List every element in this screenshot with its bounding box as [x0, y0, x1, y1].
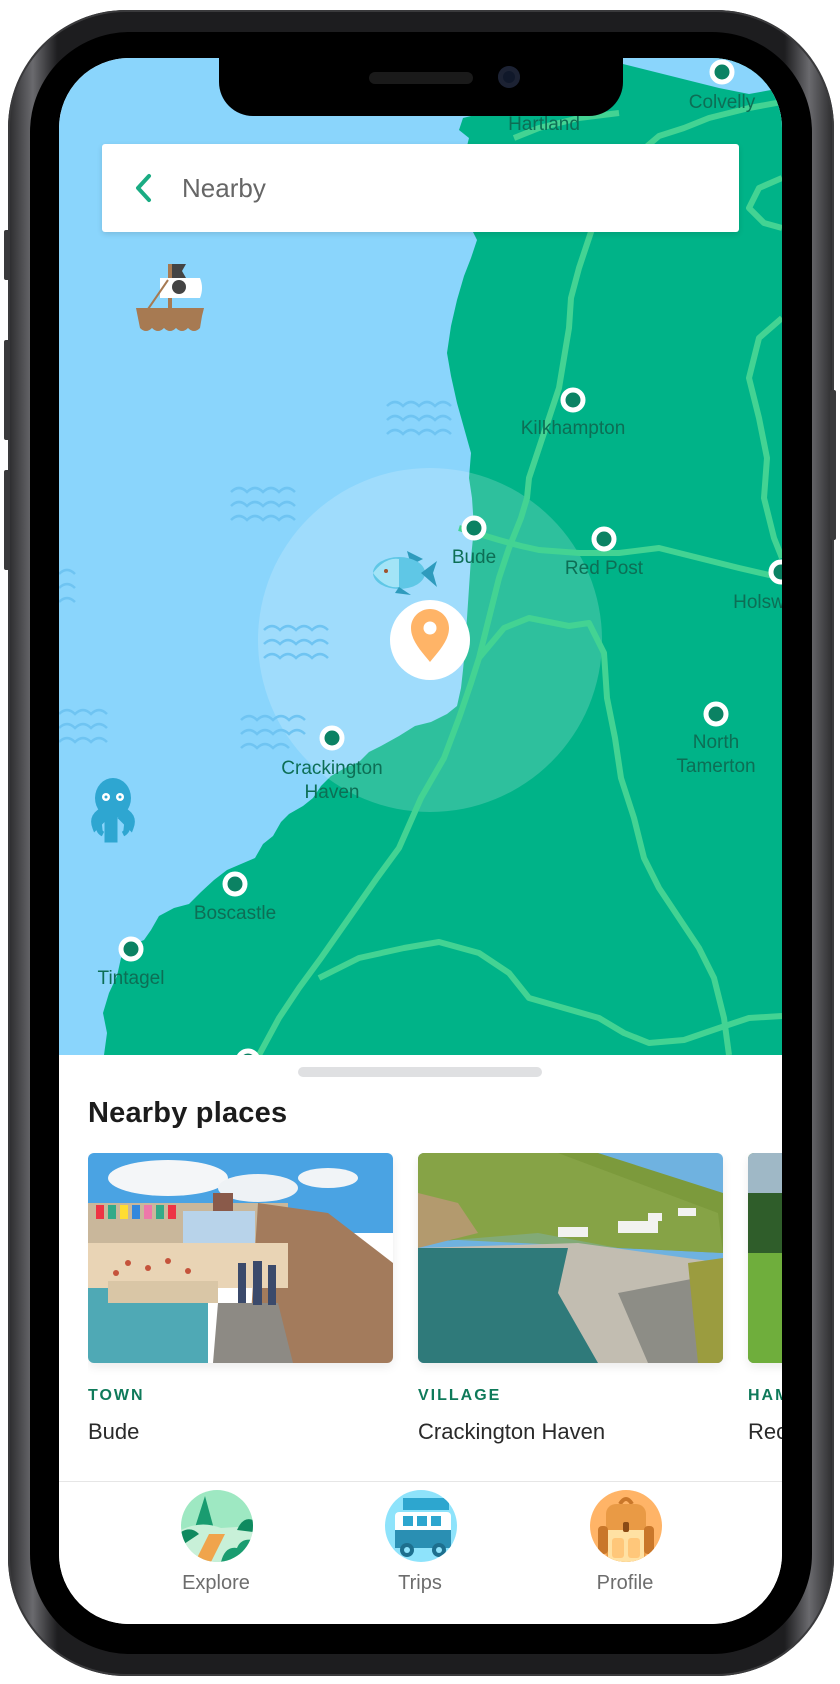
beach-town-photo — [88, 1153, 393, 1363]
place-name: Bude — [88, 1419, 140, 1444]
cove-beach-photo — [418, 1153, 723, 1363]
place-label: Crackington — [281, 758, 382, 779]
place-card[interactable]: TOWN Bude — [88, 1153, 393, 1445]
place-label: Haven — [305, 782, 360, 803]
place-label: Colvelly — [689, 92, 756, 113]
chevron-left-icon — [136, 174, 151, 202]
screen: Colvelly Hartland Kilkhampton Bude Red Post H… — [59, 58, 782, 1624]
side-button-mute — [4, 230, 10, 280]
place-marker[interactable] — [118, 936, 144, 962]
place-label: Bude — [452, 547, 496, 568]
place-label: Kilkhampton — [521, 418, 626, 439]
tab-explore[interactable]: Explore — [141, 1482, 291, 1602]
tab-bar: Explore Trips Profile — [59, 1481, 782, 1624]
tab-label: Explore — [182, 1572, 250, 1594]
nearby-places-carousel[interactable]: TOWN Bude VILLAGE Crackington Haven HA R… — [88, 1153, 782, 1453]
tab-label: Trips — [398, 1572, 442, 1594]
place-label: Tamerton — [676, 756, 755, 777]
front-camera — [498, 66, 520, 88]
place-marker[interactable] — [703, 701, 729, 727]
section-title: Nearby places — [88, 1097, 288, 1129]
place-marker[interactable] — [591, 526, 617, 552]
octopus-icon — [91, 778, 135, 843]
tab-trips[interactable]: Trips — [345, 1482, 495, 1602]
side-button-power — [830, 390, 836, 540]
place-marker[interactable] — [560, 387, 586, 413]
tab-label: Profile — [596, 1572, 654, 1594]
place-name: Rec — [748, 1419, 782, 1444]
speaker-grille — [369, 72, 473, 84]
bottom-sheet: Nearby places TOWN Bude VILLAGE Cracking… — [59, 1055, 782, 1481]
place-card[interactable]: HAM Rec — [748, 1153, 782, 1445]
side-button-volume-down — [4, 470, 10, 570]
place-type: TOWN — [88, 1387, 145, 1404]
tab-profile[interactable]: Profile — [550, 1482, 700, 1602]
place-marker[interactable] — [709, 59, 735, 85]
header-title: Nearby — [182, 172, 266, 203]
place-label: Hartland — [508, 114, 580, 135]
place-label: Holsw — [733, 592, 782, 613]
current-location[interactable] — [390, 600, 470, 680]
place-label: Boscastle — [194, 903, 276, 924]
place-card[interactable]: VILLAGE Crackington Haven — [418, 1153, 723, 1445]
place-name: Crackington Haven — [418, 1419, 606, 1444]
place-label: Red Post — [565, 558, 644, 579]
place-type: HAM — [748, 1387, 782, 1404]
place-label: North — [693, 732, 739, 753]
search-header[interactable]: Nearby — [102, 144, 739, 232]
campervan-icon — [385, 1490, 457, 1562]
back-button[interactable] — [132, 168, 160, 208]
place-type: VILLAGE — [418, 1387, 502, 1404]
notch — [219, 58, 623, 116]
place-marker[interactable] — [222, 871, 248, 897]
green-field-photo — [748, 1153, 782, 1363]
backpack-icon — [590, 1490, 662, 1562]
sheet-drag-handle[interactable] — [298, 1067, 542, 1077]
location-pin-dot — [423, 621, 437, 635]
landscape-icon — [181, 1490, 253, 1562]
place-label: Tintagel — [98, 968, 165, 989]
place-marker[interactable] — [768, 559, 782, 585]
place-marker[interactable] — [319, 725, 345, 751]
side-button-volume-up — [4, 340, 10, 440]
place-marker[interactable] — [461, 515, 487, 541]
